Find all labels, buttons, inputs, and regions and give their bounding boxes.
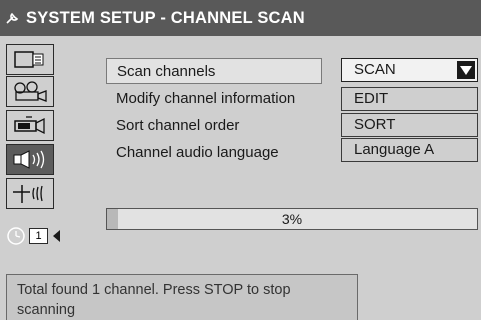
sidebar-item-antenna[interactable]: [6, 178, 54, 209]
clock-icon: [7, 227, 25, 245]
sidebar-item-display[interactable]: [6, 44, 54, 75]
speaker-icon: [13, 150, 45, 169]
scan-button[interactable]: SCAN: [341, 58, 478, 82]
status-message: Total found 1 channel. Press STOP to sto…: [6, 274, 358, 320]
sidebar-item-film[interactable]: [6, 76, 54, 107]
sidebar-page-indicator: 1: [6, 224, 92, 248]
menu-item-modify-channel-info[interactable]: Modify channel information: [106, 86, 295, 112]
edit-button[interactable]: EDIT: [341, 87, 478, 111]
scan-button-label: SCAN: [354, 61, 396, 78]
camcorder-icon: [14, 116, 45, 135]
display-settings-icon: [14, 51, 44, 68]
chevron-down-icon[interactable]: [457, 61, 475, 79]
sidebar-item-audio[interactable]: [6, 144, 54, 175]
sort-button[interactable]: SORT: [341, 113, 478, 137]
menu-item-channel-audio-language[interactable]: Channel audio language: [106, 140, 279, 166]
wrench-icon: [6, 12, 19, 24]
menu-item-scan-channels[interactable]: Scan channels: [106, 58, 322, 84]
menu-item-sort-channel-order[interactable]: Sort channel order: [106, 113, 239, 139]
arrow-left-icon[interactable]: [53, 230, 60, 242]
audio-language-select[interactable]: Language A: [341, 138, 478, 162]
title-bar: SYSTEM SETUP - CHANNEL SCAN: [0, 0, 481, 36]
page-title: SYSTEM SETUP - CHANNEL SCAN: [26, 8, 305, 27]
sidebar-item-camcorder[interactable]: [6, 110, 54, 141]
scan-progress-bar: 3%: [106, 208, 478, 230]
page-number: 1: [29, 228, 48, 244]
antenna-signal-icon: [13, 185, 43, 203]
progress-label: 3%: [281, 211, 303, 227]
film-reel-icon: [14, 81, 47, 102]
